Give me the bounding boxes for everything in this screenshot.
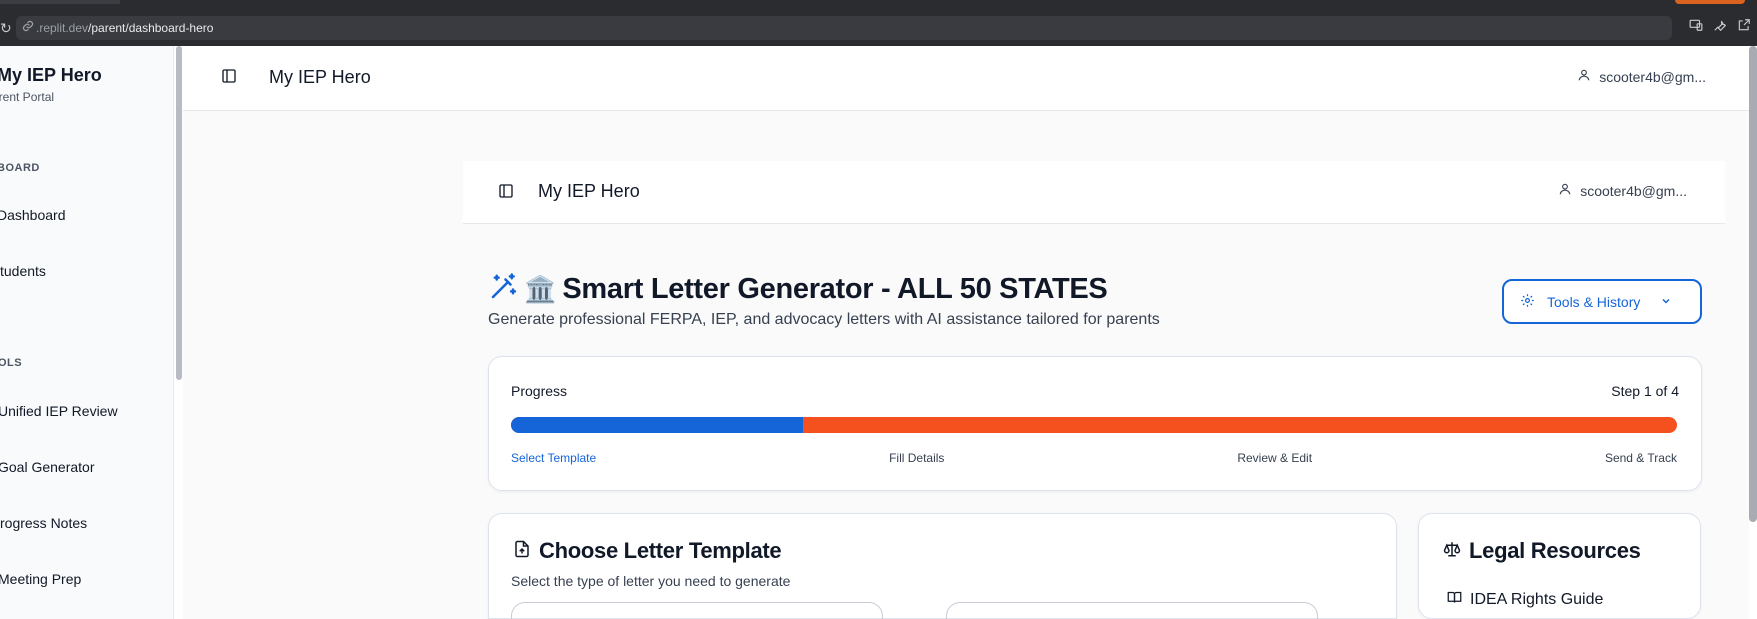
browser-tab-strip <box>0 0 1757 10</box>
step-review-edit[interactable]: Review & Edit <box>1237 451 1312 465</box>
url-text: .replit.dev/parent/dashboard-hero <box>36 20 213 36</box>
external-link-icon[interactable] <box>1737 18 1751 32</box>
idea-rights-guide-label: IDEA Rights Guide <box>1470 591 1604 608</box>
book-open-icon <box>1447 590 1462 610</box>
sidebar-app-subtitle: arent Portal <box>0 90 55 104</box>
progress-steps: Select Template Fill Details Review & Ed… <box>511 451 1677 465</box>
inner-header: My IEP Hero scooter4b@gm... <box>463 161 1725 224</box>
wrench-icon[interactable] <box>1713 18 1727 32</box>
header-title: My IEP Hero <box>269 67 371 87</box>
inner-user-icon <box>1558 182 1572 199</box>
classical-building-icon: 🏛️ <box>524 274 557 304</box>
step-send-track[interactable]: Send & Track <box>1605 451 1677 465</box>
browser-toolbar: ↻ .replit.dev/parent/dashboard-hero <box>0 10 1757 46</box>
page-title: 🏛️ Smart Letter Generator - ALL 50 STATE… <box>488 272 1108 307</box>
magic-wand-icon <box>488 272 518 307</box>
sidebar-item-students[interactable]: tudents <box>0 263 46 279</box>
choose-template-card: Choose Letter Template Select the type o… <box>488 513 1397 619</box>
browser-tab[interactable] <box>0 0 120 4</box>
sidebar-section-dashboard: BOARD <box>0 162 40 174</box>
page-scrollbar-thumb[interactable] <box>1749 46 1757 522</box>
user-icon <box>1577 68 1591 85</box>
progress-card: Progress Step 1 of 4 Select Template Fil… <box>488 356 1702 491</box>
chevron-down-icon <box>1660 294 1672 310</box>
sidebar-app-title: My IEP Hero <box>0 65 102 85</box>
legal-resources-title: Legal Resources <box>1469 538 1641 563</box>
app-header: My IEP Hero scooter4b@gm... <box>183 46 1749 111</box>
progress-label: Progress <box>511 383 568 399</box>
link-icon <box>22 20 36 36</box>
sidebar-item-unified-iep-review[interactable]: Unified IEP Review <box>0 403 118 419</box>
sidebar: My IEP Hero arent Portal BOARD Dashboard… <box>0 46 174 619</box>
user-menu[interactable]: scooter4b@gm... <box>1577 68 1706 85</box>
browser-accent-button[interactable] <box>1675 0 1745 4</box>
sidebar-item-meeting-prep[interactable]: Meeting Prep <box>0 571 81 587</box>
scale-icon <box>1443 540 1461 563</box>
tools-history-button[interactable]: Tools & History <box>1502 279 1702 324</box>
browser-tools <box>1689 18 1751 32</box>
tools-history-label: Tools & History <box>1547 293 1641 310</box>
inner-user-email: scooter4b@gm... <box>1580 182 1687 199</box>
step-fill-details[interactable]: Fill Details <box>889 451 944 465</box>
progress-bar-fill <box>511 417 803 433</box>
sidebar-item-dashboard[interactable]: Dashboard <box>0 207 66 223</box>
sidebar-scrollbar-thumb[interactable] <box>176 46 182 380</box>
step-counter: Step 1 of 4 <box>1611 383 1679 399</box>
inner-sidebar-toggle-icon[interactable] <box>498 183 518 203</box>
inner-user-menu[interactable]: scooter4b@gm... <box>1558 182 1687 199</box>
page-title-text: Smart Letter Generator - ALL 50 STATES <box>562 273 1108 305</box>
idea-rights-guide-link[interactable]: IDEA Rights Guide <box>1447 590 1603 610</box>
page-subtitle: Generate professional FERPA, IEP, and ad… <box>488 311 1160 328</box>
url-path: /parent/dashboard-hero <box>88 21 214 35</box>
address-bar[interactable]: .replit.dev/parent/dashboard-hero <box>16 16 1672 40</box>
choose-template-subtitle: Select the type of letter you need to ge… <box>511 573 791 589</box>
template-option-card[interactable] <box>946 602 1318 619</box>
gear-icon <box>1520 293 1535 311</box>
sidebar-section-tools: OLS <box>0 357 23 369</box>
devices-icon[interactable] <box>1689 18 1703 32</box>
reload-icon[interactable]: ↻ <box>0 18 12 38</box>
step-select-template[interactable]: Select Template <box>511 451 596 465</box>
user-email: scooter4b@gm... <box>1599 68 1706 85</box>
inner-header-title: My IEP Hero <box>538 181 640 201</box>
url-host: .replit.dev <box>36 21 89 35</box>
legal-resources-heading: Legal Resources <box>1443 538 1641 564</box>
choose-template-title: Choose Letter Template <box>539 538 782 563</box>
legal-resources-card: Legal Resources IDEA Rights Guide <box>1418 513 1701 619</box>
sidebar-toggle-icon[interactable] <box>221 68 241 88</box>
progress-bar <box>511 417 1677 433</box>
choose-template-heading: Choose Letter Template <box>513 538 782 564</box>
sidebar-item-progress-notes[interactable]: rogress Notes <box>0 515 87 531</box>
file-upload-icon <box>513 540 531 563</box>
template-option-card[interactable] <box>511 602 883 619</box>
sidebar-item-goal-generator[interactable]: Goal Generator <box>0 459 95 475</box>
